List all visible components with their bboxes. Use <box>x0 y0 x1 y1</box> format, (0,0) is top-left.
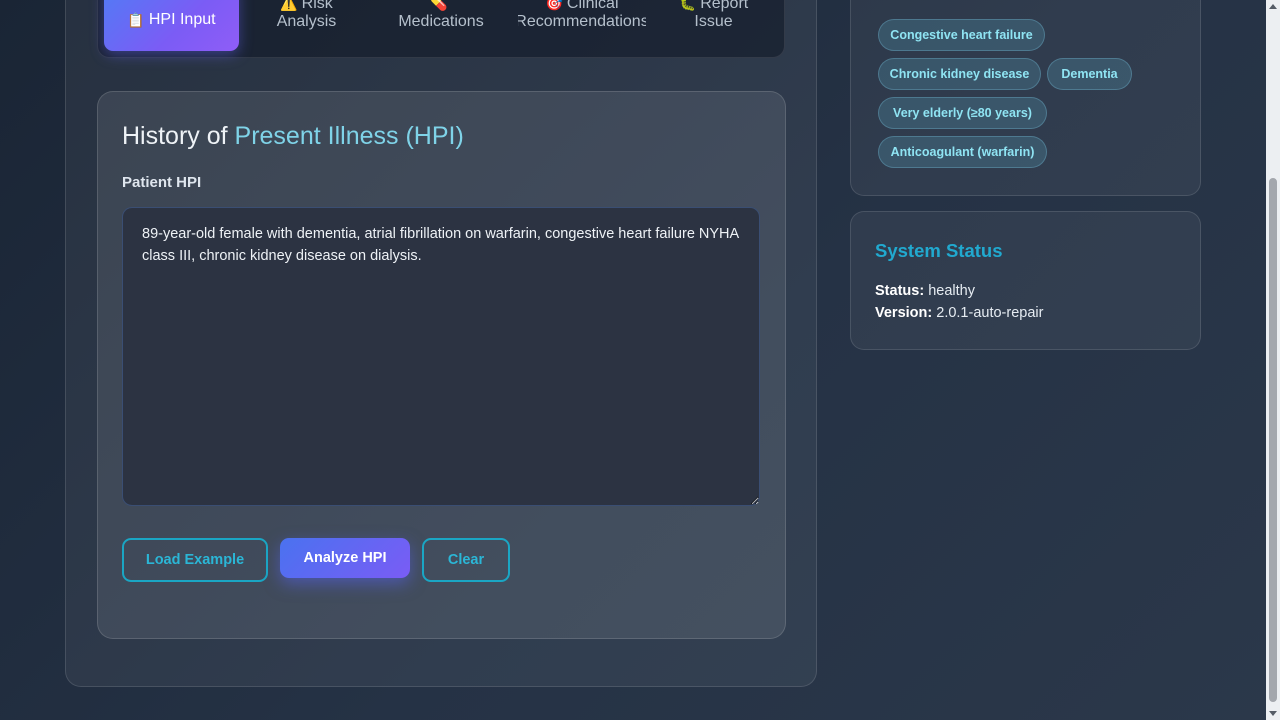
scroll-thumb[interactable] <box>1269 178 1277 702</box>
clipboard-icon: 📋 <box>127 12 145 28</box>
version-label: Version: <box>875 305 933 321</box>
warning-icon: ⚠️ <box>280 0 298 11</box>
tab-hpi-input[interactable]: 📋 HPI Input <box>104 0 239 51</box>
risk-factor-pill: Dementia <box>1047 58 1132 90</box>
scroll-down-arrow-icon[interactable] <box>1269 711 1277 716</box>
tab-label: HPI Input <box>148 11 216 28</box>
analyze-hpi-button[interactable]: Analyze HPI <box>280 538 410 578</box>
pill-icon: 💊 <box>430 0 448 11</box>
risk-factor-pill: Congestive heart failure <box>878 19 1045 51</box>
clear-button[interactable]: Clear <box>422 538 510 582</box>
tab-label-line1: Risk <box>301 0 333 12</box>
vertical-scrollbar[interactable] <box>1266 0 1280 720</box>
version-row: Version: 2.0.1-auto-repair <box>875 305 1043 321</box>
bug-icon: 🐛 <box>678 0 697 11</box>
tab-label-line2: Analysis <box>276 13 337 30</box>
tab-label-line2: Recommendations <box>518 13 646 30</box>
tab-label-line1: Report <box>700 0 749 12</box>
status-value: healthy <box>928 283 975 299</box>
system-status-card <box>850 211 1201 350</box>
status-label: Status: <box>875 283 925 299</box>
risk-factor-pill: Chronic kidney disease <box>878 58 1041 90</box>
version-value: 2.0.1-auto-repair <box>936 305 1044 321</box>
status-row: Status: healthy <box>875 283 975 299</box>
tab-risk-analysis[interactable]: ⚠️ Risk Analysis <box>259 0 354 51</box>
tab-medications[interactable]: 💊 Medications <box>390 0 492 51</box>
load-example-button[interactable]: Load Example <box>122 538 268 582</box>
hpi-field-label: Patient HPI <box>122 174 202 191</box>
tab-label: Medications <box>398 13 484 30</box>
title-prefix: History of <box>122 122 235 150</box>
tab-clinical-recommendations[interactable]: 🎯 Clinical Recommendations <box>518 0 646 51</box>
hpi-textarea[interactable]: 89-year-old female with dementia, atrial… <box>122 207 760 506</box>
risk-factor-pill: Anticoagulant (warfarin) <box>878 136 1047 168</box>
system-status-title: System Status <box>875 240 1003 261</box>
tab-report-issue[interactable]: 🐛 Report Issue <box>666 0 761 51</box>
tab-label-line2: Issue <box>694 13 733 30</box>
title-accent: Present Illness (HPI) <box>234 122 464 150</box>
page-title: History of Present Illness (HPI) <box>122 121 464 151</box>
scroll-up-arrow-icon[interactable] <box>1269 4 1277 9</box>
target-icon: 🎯 <box>545 0 563 11</box>
tab-label-line1: Clinical <box>566 0 619 12</box>
risk-factor-pill: Very elderly (≥80 years) <box>878 97 1047 129</box>
